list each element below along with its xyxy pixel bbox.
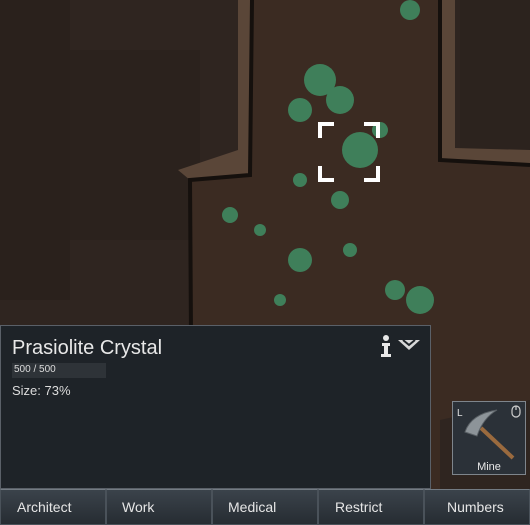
tab-restrict[interactable]: Restrict xyxy=(318,489,424,525)
hit-points-text: 500 / 500 xyxy=(14,364,56,375)
hit-points-bar: 500 / 500 xyxy=(12,363,106,378)
inspect-pane: Prasiolite Crystal 500 / 500 Size: 73% xyxy=(0,325,431,489)
mine-label: Mine xyxy=(477,461,501,473)
inspect-title: Prasiolite Crystal xyxy=(12,337,163,359)
tab-medical[interactable]: Medical xyxy=(212,489,318,525)
tab-numbers[interactable]: Numbers xyxy=(424,489,530,525)
mine-button[interactable]: L Mine xyxy=(452,401,526,475)
tab-work[interactable]: Work xyxy=(106,489,212,525)
size-text: Size: 73% xyxy=(12,383,71,398)
main-tab-bar: Architect Work Medical Restrict Numbers xyxy=(0,489,530,525)
info-icon[interactable] xyxy=(377,334,395,358)
chevron-down-icon[interactable] xyxy=(397,338,421,352)
pickaxe-icon xyxy=(461,408,519,467)
tab-architect[interactable]: Architect xyxy=(0,489,106,525)
